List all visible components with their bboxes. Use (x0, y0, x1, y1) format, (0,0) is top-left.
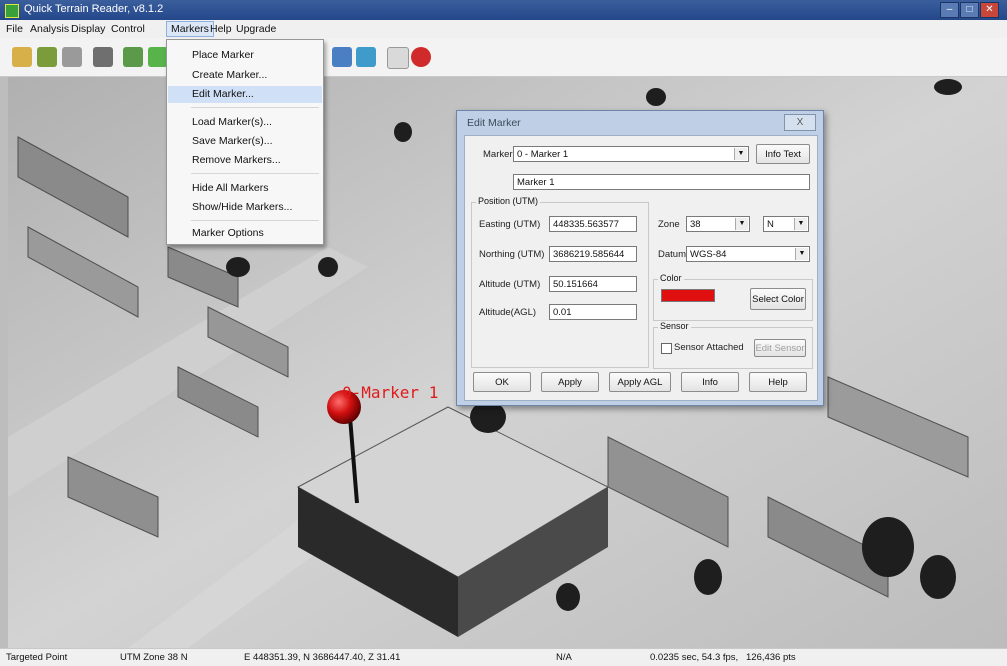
menu-item-label: Place Marker (192, 49, 254, 61)
easting-label: Easting (UTM) (479, 219, 541, 230)
chevron-down-icon: ▼ (795, 248, 808, 260)
dialog-body: Marker 0 - Marker 1 ▼ Info Text Marker 1… (464, 135, 818, 401)
menu-item-save-markers[interactable]: Save Marker(s)... (168, 133, 322, 150)
markers-dropdown-menu: Place Marker Create Marker... Edit Marke… (166, 39, 324, 245)
marker-select[interactable]: 0 - Marker 1 ▼ (513, 146, 749, 162)
menu-item-remove-markers[interactable]: Remove Markers... (168, 152, 322, 169)
ok-button[interactable]: OK (473, 372, 531, 392)
status-performance: 0.0235 sec, 54.3 fps, (650, 652, 739, 663)
close-window-button[interactable]: ✕ (980, 2, 999, 18)
zone-select[interactable]: 38 ▼ (686, 216, 750, 232)
altitude-field[interactable]: 50.151664 (549, 276, 637, 292)
edit-marker-dialog: Edit Marker X Marker 0 - Marker 1 ▼ Info… (456, 110, 824, 406)
layers-icon[interactable] (356, 47, 376, 67)
northing-label: Northing (UTM) (479, 249, 545, 260)
zone-value: 38 (690, 219, 701, 230)
menu-item-marker-options[interactable]: Marker Options (168, 225, 322, 242)
menu-separator (191, 220, 319, 221)
help-icon[interactable] (387, 47, 409, 69)
home-icon[interactable] (123, 47, 143, 67)
chevron-down-icon: ▼ (735, 218, 748, 230)
datum-value: WGS-84 (690, 249, 727, 260)
hemisphere-value: N (767, 219, 774, 230)
color-group-title: Color (658, 273, 684, 283)
status-zone: UTM Zone 38 N (120, 652, 188, 663)
menu-item-label: Save Marker(s)... (192, 135, 273, 147)
apply-agl-button[interactable]: Apply AGL (609, 372, 671, 392)
menu-item-create-marker[interactable]: Create Marker... (168, 67, 322, 84)
menu-item-label: Hide All Markers (192, 182, 269, 194)
marker-label: 0-Marker 1 (342, 383, 439, 402)
position-group-title: Position (UTM) (476, 196, 541, 206)
maximize-button[interactable]: □ (960, 2, 979, 18)
altitude-agl-field[interactable]: 0.01 (549, 304, 637, 320)
hemisphere-select[interactable]: N ▼ (763, 216, 809, 232)
datum-select[interactable]: WGS-84 ▼ (686, 246, 810, 262)
toolbar (0, 38, 1007, 77)
menu-bar: File Analysis Display Control Markers He… (0, 20, 1007, 39)
marker-name-field[interactable]: Marker 1 (513, 174, 810, 190)
dialog-title: Edit Marker (467, 117, 521, 129)
marker-select-label: Marker (483, 149, 513, 160)
altitude-agl-label: Altitude(AGL) (479, 307, 537, 318)
sensor-attached-label: Sensor Attached (674, 342, 744, 353)
status-points: 126,436 pts (746, 652, 796, 663)
minimize-button[interactable]: – (940, 2, 959, 18)
chevron-down-icon: ▼ (794, 218, 807, 230)
menu-item-hide-all-markers[interactable]: Hide All Markers (168, 180, 322, 197)
window-title: Quick Terrain Reader, v8.1.2 (24, 3, 164, 15)
dialog-close-button[interactable]: X (784, 114, 816, 131)
menu-item-show-hide-markers[interactable]: Show/Hide Markers... (168, 199, 322, 216)
menu-separator (191, 173, 319, 174)
zone-label: Zone (658, 219, 680, 230)
help-button[interactable]: Help (749, 372, 807, 392)
altitude-label: Altitude (UTM) (479, 279, 541, 290)
print-icon[interactable] (93, 47, 113, 67)
menu-item-label: Remove Markers... (192, 154, 281, 166)
settings-icon[interactable] (62, 47, 82, 67)
select-color-button[interactable]: Select Color (750, 288, 806, 310)
menu-control[interactable]: Control (107, 22, 149, 36)
menu-item-label: Edit Marker... (192, 88, 254, 100)
northing-field[interactable]: 3686219.585644 (549, 246, 637, 262)
status-mode: Targeted Point (6, 652, 68, 663)
status-bar: Targeted Point UTM Zone 38 N E 448351.39… (0, 648, 1007, 666)
menu-file[interactable]: File (2, 22, 27, 36)
marker-select-value: 0 - Marker 1 (517, 149, 569, 160)
title-bar: Quick Terrain Reader, v8.1.2 – □ ✕ (0, 0, 1007, 20)
menu-item-label: Marker Options (192, 227, 264, 239)
stop-icon[interactable] (411, 47, 431, 67)
apply-button[interactable]: Apply (541, 372, 599, 392)
menu-item-label: Create Marker... (192, 69, 268, 81)
menu-item-edit-marker[interactable]: Edit Marker... (168, 86, 322, 103)
datum-label: Datum (658, 249, 686, 260)
menu-display[interactable]: Display (67, 22, 109, 36)
edit-sensor-button[interactable]: Edit Sensor (754, 339, 806, 357)
menu-separator (191, 107, 319, 108)
sensor-group-title: Sensor (658, 321, 691, 331)
menu-item-place-marker[interactable]: Place Marker (168, 47, 322, 64)
chevron-down-icon: ▼ (734, 148, 747, 160)
terrain-icon[interactable] (148, 47, 168, 67)
open-file-icon[interactable] (12, 47, 32, 67)
color-swatch[interactable] (661, 289, 715, 302)
info-button[interactable]: Info (681, 372, 739, 392)
menu-item-label: Load Marker(s)... (192, 116, 272, 128)
menu-item-load-markers[interactable]: Load Marker(s)... (168, 114, 322, 131)
save-icon[interactable] (37, 47, 57, 67)
menu-item-label: Show/Hide Markers... (192, 201, 293, 213)
menu-upgrade[interactable]: Upgrade (232, 22, 280, 36)
app-icon (5, 4, 19, 18)
chart-icon[interactable] (332, 47, 352, 67)
easting-field[interactable]: 448335.563577 (549, 216, 637, 232)
info-text-button[interactable]: Info Text (756, 144, 810, 164)
sensor-attached-checkbox[interactable] (661, 343, 672, 354)
status-na: N/A (556, 652, 572, 663)
status-coords: E 448351.39, N 3686447.40, Z 31.41 (244, 652, 401, 663)
